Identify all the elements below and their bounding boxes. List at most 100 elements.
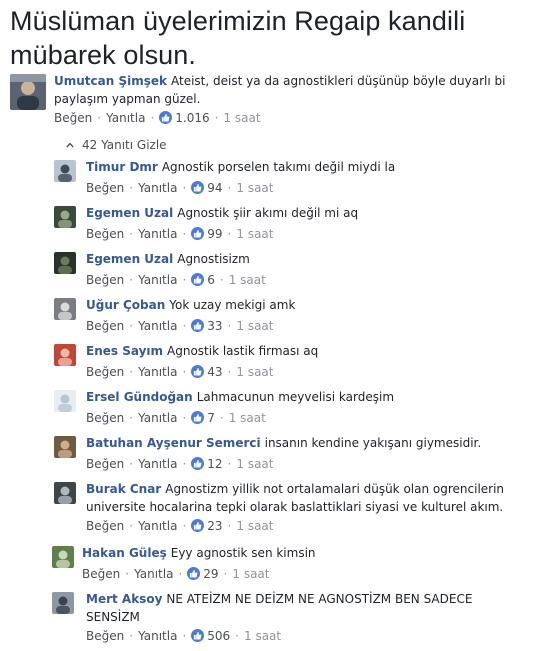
- reply-button[interactable]: Yanıtla: [106, 111, 145, 125]
- like-button[interactable]: Beğen: [82, 567, 120, 581]
- avatar[interactable]: [54, 436, 76, 458]
- avatar[interactable]: [54, 482, 76, 504]
- comment-author[interactable]: Burak Cnar: [86, 482, 161, 496]
- timestamp[interactable]: 1 saat: [236, 519, 273, 533]
- like-button[interactable]: Beğen: [86, 273, 124, 287]
- avatar[interactable]: [10, 74, 46, 110]
- like-button[interactable]: Beğen: [86, 181, 124, 195]
- comment-author[interactable]: Hakan Güleş: [82, 546, 167, 560]
- comment-text: Yok uzay mekigi amk: [169, 298, 296, 312]
- thumbs-up-icon: [191, 629, 205, 642]
- timestamp[interactable]: 1 saat: [236, 365, 273, 379]
- reply-button[interactable]: Yanıtla: [138, 629, 177, 643]
- comment-text: Eyy agnostik sen kimsin: [170, 546, 316, 560]
- timestamp[interactable]: 1 saat: [236, 181, 273, 195]
- avatar[interactable]: [52, 592, 74, 614]
- comment-author[interactable]: Egemen Uzal: [86, 252, 173, 266]
- like-count[interactable]: 43: [207, 365, 222, 379]
- comment-author[interactable]: Timur Dmr: [86, 160, 158, 174]
- comment-text: Lahmacunun meyvelisi kardeşim: [196, 390, 395, 404]
- comment-body: Uğur Çoban Yok uzay mekigi amk: [86, 296, 541, 314]
- reply-comment: Mert Aksoy NE ATEİZM NE DEİZM NE AGNOSTİZ…: [52, 592, 516, 651]
- like-button[interactable]: Beğen: [86, 629, 124, 643]
- comment-author[interactable]: Umutcan Şimşek: [54, 74, 167, 88]
- comment-author[interactable]: Egemen Uzal: [86, 206, 173, 220]
- comment-author[interactable]: Enes Sayım: [86, 344, 163, 358]
- timestamp[interactable]: 1 saat: [236, 227, 273, 241]
- comment-actions: Beğen · Yanıtla · 99 · 1 saat: [86, 227, 274, 241]
- avatar[interactable]: [54, 160, 76, 182]
- timestamp[interactable]: 1 saat: [232, 567, 269, 581]
- reply-button[interactable]: Yanıtla: [138, 227, 177, 241]
- comment-author[interactable]: Mert Aksoy: [86, 592, 162, 606]
- reply-comment: Enes Sayım Agnostik lastik firması aq Beğ…: [54, 344, 541, 384]
- avatar[interactable]: [54, 390, 76, 412]
- timestamp[interactable]: 1 saat: [229, 273, 266, 287]
- like-count[interactable]: 7: [207, 411, 215, 425]
- reply-button[interactable]: Yanıtla: [138, 457, 177, 471]
- reply-button[interactable]: Yanıtla: [134, 567, 173, 581]
- comment-text: Agnostik porselen takımı değil miydi la: [161, 160, 396, 174]
- reply-button[interactable]: Yanıtla: [138, 273, 177, 287]
- like-button[interactable]: Beğen: [86, 227, 124, 241]
- reply-comment: Uğur Çoban Yok uzay mekigi amk Beğen · Yanı…: [54, 298, 541, 338]
- timestamp[interactable]: 1 saat: [223, 111, 260, 125]
- comment-body: Burak Cnar Agnostizm yillik not ortalamal…: [86, 480, 526, 516]
- comment-actions: Beğen · Yanıtla · 12 · 1 saat: [86, 457, 274, 471]
- reply-button[interactable]: Yanıtla: [138, 519, 177, 533]
- comment-body: Umutcan Şimşek Ateist, deist ya da agnost…: [54, 72, 514, 108]
- like-count[interactable]: 23: [207, 519, 222, 533]
- reply-comment: Batuhan Ayşenur Semerci insanın kendine y…: [54, 436, 541, 476]
- thumbs-up-icon: [191, 411, 205, 424]
- comment-actions: Beğen · Yanıtla · 94 · 1 saat: [86, 181, 274, 195]
- reply-comment: Ersel Gündoğan Lahmacunun meyvelisi karde…: [54, 390, 541, 430]
- reply-button[interactable]: Yanıtla: [138, 319, 177, 333]
- like-button[interactable]: Beğen: [86, 365, 124, 379]
- comment-body: Ersel Gündoğan Lahmacunun meyvelisi karde…: [86, 388, 541, 406]
- comment-text: Agnostisizm: [177, 252, 250, 266]
- comment-body: Enes Sayım Agnostik lastik firması aq: [86, 342, 541, 360]
- like-count[interactable]: 506: [207, 629, 230, 643]
- hide-replies-toggle[interactable]: 42 Yanıtı Gizle: [66, 137, 167, 153]
- thumbs-up-icon: [191, 181, 205, 194]
- avatar[interactable]: [54, 206, 76, 228]
- timestamp[interactable]: 1 saat: [229, 411, 266, 425]
- reply-button[interactable]: Yanıtla: [138, 181, 177, 195]
- thumbs-up-icon: [191, 365, 205, 378]
- like-count[interactable]: 6: [207, 273, 215, 287]
- like-count[interactable]: 12: [207, 457, 222, 471]
- avatar[interactable]: [54, 344, 76, 366]
- like-count[interactable]: 99: [207, 227, 222, 241]
- comment-text: Agnostik şiir akımı değil mi aq: [177, 206, 359, 220]
- comment-actions: Beğen · Yanıtla · 7 · 1 saat: [86, 411, 266, 425]
- reply-button[interactable]: Yanıtla: [138, 411, 177, 425]
- like-count[interactable]: 94: [207, 181, 222, 195]
- reply-comment: Hakan Güleş Eyy agnostik sen kimsin Beğen…: [52, 546, 541, 586]
- chevron-up-icon: [66, 137, 74, 153]
- like-button[interactable]: Beğen: [86, 411, 124, 425]
- comment-author[interactable]: Uğur Çoban: [86, 298, 165, 312]
- like-button[interactable]: Beğen: [86, 319, 124, 333]
- like-button[interactable]: Beğen: [86, 519, 124, 533]
- like-count[interactable]: 29: [203, 567, 218, 581]
- comment-text: Agnostik lastik firması aq: [167, 344, 319, 358]
- comment-body: Egemen Uzal Agnostik şiir akımı değil mi …: [86, 204, 541, 222]
- comment-author[interactable]: Batuhan Ayşenur Semerci: [86, 436, 261, 450]
- timestamp[interactable]: 1 saat: [236, 457, 273, 471]
- timestamp[interactable]: 1 saat: [236, 319, 273, 333]
- comment-body: Mert Aksoy NE ATEİZM NE DEİZM NE AGNOSTİZ…: [86, 590, 516, 626]
- avatar[interactable]: [54, 252, 76, 274]
- thumbs-up-icon: [159, 111, 173, 124]
- reply-comment: Egemen Uzal Agnostik şiir akımı değil mi …: [54, 206, 541, 246]
- like-button[interactable]: Beğen: [86, 457, 124, 471]
- comment-author[interactable]: Ersel Gündoğan: [86, 390, 193, 404]
- avatar[interactable]: [54, 298, 76, 320]
- like-count[interactable]: 33: [207, 319, 222, 333]
- timestamp[interactable]: 1 saat: [244, 629, 281, 643]
- avatar[interactable]: [52, 546, 74, 568]
- reply-button[interactable]: Yanıtla: [138, 365, 177, 379]
- like-button[interactable]: Beğen: [54, 111, 92, 125]
- post-title: Müslüman üyelerimizin Regaip kandili müb…: [10, 6, 466, 70]
- like-count[interactable]: 1.016: [175, 111, 209, 125]
- comment-actions: Beğen · Yanıtla · 33 · 1 saat: [86, 319, 274, 333]
